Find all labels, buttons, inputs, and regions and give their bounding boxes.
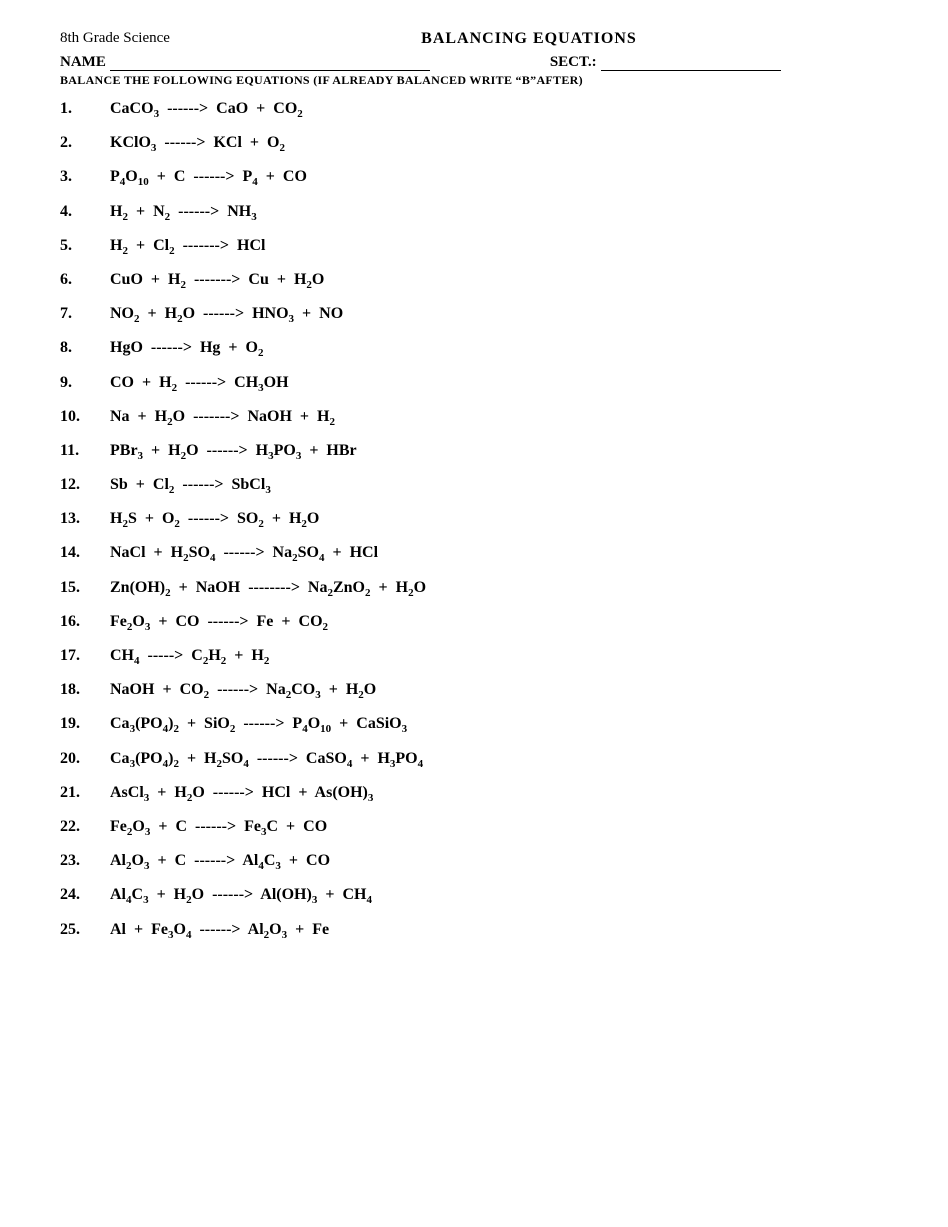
eq-formula: H2S + O2 ------> SO2 + H2O bbox=[110, 510, 888, 530]
equation-item-4: 4.H2 + N2 ------> NH3 bbox=[60, 203, 888, 223]
eq-formula: Ca3(PO4)2 + H2SO4 ------> CaSO4 + H3PO4 bbox=[110, 750, 888, 770]
eq-formula: AsCl3 + H2O ------> HCl + As(OH)3 bbox=[110, 784, 888, 804]
name-line bbox=[110, 70, 430, 71]
eq-number: 20. bbox=[60, 750, 110, 768]
eq-formula: NO2 + H2O ------> HNO3 + NO bbox=[110, 305, 888, 325]
eq-number: 11. bbox=[60, 442, 110, 460]
equation-item-23: 23.Al2O3 + C ------> Al4C3 + CO bbox=[60, 852, 888, 872]
equation-item-12: 12.Sb + Cl2 ------> SbCl3 bbox=[60, 476, 888, 496]
equation-item-21: 21.AsCl3 + H2O ------> HCl + As(OH)3 bbox=[60, 784, 888, 804]
eq-number: 14. bbox=[60, 544, 110, 562]
equation-item-15: 15.Zn(OH)2 + NaOH --------> Na2ZnO2 + H2… bbox=[60, 579, 888, 599]
equation-item-7: 7.NO2 + H2O ------> HNO3 + NO bbox=[60, 305, 888, 325]
eq-formula: H2 + Cl2 -------> HCl bbox=[110, 237, 888, 257]
eq-formula: CO + H2 ------> CH3OH bbox=[110, 374, 888, 394]
equation-item-8: 8.HgO ------> Hg + O2 bbox=[60, 339, 888, 359]
sect-label: SECT.: bbox=[550, 54, 597, 71]
eq-formula: Fe2O3 + C ------> Fe3C + CO bbox=[110, 818, 888, 838]
equation-item-11: 11.PBr3 + H2O ------> H3PO3 + HBr bbox=[60, 442, 888, 462]
eq-formula: Zn(OH)2 + NaOH --------> Na2ZnO2 + H2O bbox=[110, 579, 888, 599]
equation-item-3: 3.P4O10 + C ------> P4 + CO bbox=[60, 168, 888, 188]
eq-number: 18. bbox=[60, 681, 110, 699]
equation-item-24: 24.Al4C3 + H2O ------> Al(OH)3 + CH4 bbox=[60, 886, 888, 906]
eq-number: 13. bbox=[60, 510, 110, 528]
eq-formula: CaCO3 ------> CaO + CO2 bbox=[110, 100, 888, 120]
subject-label: 8th Grade Science bbox=[60, 30, 170, 47]
eq-number: 19. bbox=[60, 715, 110, 733]
eq-formula: Al2O3 + C ------> Al4C3 + CO bbox=[110, 852, 888, 872]
equation-item-19: 19.Ca3(PO4)2 + SiO2 ------> P4O10 + CaSi… bbox=[60, 715, 888, 735]
eq-formula: Ca3(PO4)2 + SiO2 ------> P4O10 + CaSiO3 bbox=[110, 715, 888, 735]
equation-item-6: 6.CuO + H2 -------> Cu + H2O bbox=[60, 271, 888, 291]
eq-number: 17. bbox=[60, 647, 110, 665]
eq-number: 6. bbox=[60, 271, 110, 289]
eq-formula: NaCl + H2SO4 ------> Na2SO4 + HCl bbox=[110, 544, 888, 564]
eq-formula: P4O10 + C ------> P4 + CO bbox=[110, 168, 888, 188]
equation-item-25: 25.Al + Fe3O4 ------> Al2O3 + Fe bbox=[60, 921, 888, 941]
eq-number: 3. bbox=[60, 168, 110, 186]
page-container: 8th Grade Science BALANCING EQUATIONS NA… bbox=[60, 30, 888, 941]
eq-number: 12. bbox=[60, 476, 110, 494]
eq-number: 23. bbox=[60, 852, 110, 870]
eq-formula: PBr3 + H2O ------> H3PO3 + HBr bbox=[110, 442, 888, 462]
sect-line bbox=[601, 70, 781, 71]
eq-number: 16. bbox=[60, 613, 110, 631]
eq-number: 10. bbox=[60, 408, 110, 426]
eq-formula: Na + H2O -------> NaOH + H2 bbox=[110, 408, 888, 428]
eq-number: 15. bbox=[60, 579, 110, 597]
eq-formula: KClO3 ------> KCl + O2 bbox=[110, 134, 888, 154]
eq-number: 24. bbox=[60, 886, 110, 904]
name-label: NAME bbox=[60, 54, 106, 71]
eq-number: 9. bbox=[60, 374, 110, 392]
eq-formula: Al + Fe3O4 ------> Al2O3 + Fe bbox=[110, 921, 888, 941]
eq-formula: CuO + H2 -------> Cu + H2O bbox=[110, 271, 888, 291]
eq-formula: Fe2O3 + CO ------> Fe + CO2 bbox=[110, 613, 888, 633]
eq-formula: Al4C3 + H2O ------> Al(OH)3 + CH4 bbox=[110, 886, 888, 906]
page-title: BALANCING EQUATIONS bbox=[170, 30, 888, 48]
equation-item-18: 18.NaOH + CO2 ------> Na2CO3 + H2O bbox=[60, 681, 888, 701]
equation-item-2: 2.KClO3 ------> KCl + O2 bbox=[60, 134, 888, 154]
eq-number: 4. bbox=[60, 203, 110, 221]
eq-formula: CH4 -----> C2H2 + H2 bbox=[110, 647, 888, 667]
instructions-text: BALANCE THE FOLLOWING EQUATIONS (IF ALRE… bbox=[60, 73, 888, 88]
equation-item-10: 10.Na + H2O -------> NaOH + H2 bbox=[60, 408, 888, 428]
equation-item-9: 9.CO + H2 ------> CH3OH bbox=[60, 374, 888, 394]
equation-item-20: 20.Ca3(PO4)2 + H2SO4 ------> CaSO4 + H3P… bbox=[60, 750, 888, 770]
equation-item-5: 5.H2 + Cl2 -------> HCl bbox=[60, 237, 888, 257]
eq-number: 22. bbox=[60, 818, 110, 836]
eq-formula: NaOH + CO2 ------> Na2CO3 + H2O bbox=[110, 681, 888, 701]
eq-number: 1. bbox=[60, 100, 110, 118]
eq-formula: HgO ------> Hg + O2 bbox=[110, 339, 888, 359]
eq-number: 2. bbox=[60, 134, 110, 152]
equation-item-17: 17.CH4 -----> C2H2 + H2 bbox=[60, 647, 888, 667]
eq-number: 25. bbox=[60, 921, 110, 939]
equation-item-22: 22.Fe2O3 + C ------> Fe3C + CO bbox=[60, 818, 888, 838]
equation-item-14: 14.NaCl + H2SO4 ------> Na2SO4 + HCl bbox=[60, 544, 888, 564]
eq-number: 8. bbox=[60, 339, 110, 357]
eq-number: 21. bbox=[60, 784, 110, 802]
equation-item-13: 13.H2S + O2 ------> SO2 + H2O bbox=[60, 510, 888, 530]
eq-number: 5. bbox=[60, 237, 110, 255]
eq-formula: H2 + N2 ------> NH3 bbox=[110, 203, 888, 223]
eq-number: 7. bbox=[60, 305, 110, 323]
equation-item-1: 1.CaCO3 ------> CaO + CO2 bbox=[60, 100, 888, 120]
eq-formula: Sb + Cl2 ------> SbCl3 bbox=[110, 476, 888, 496]
equation-item-16: 16.Fe2O3 + CO ------> Fe + CO2 bbox=[60, 613, 888, 633]
equations-list: 1.CaCO3 ------> CaO + CO22.KClO3 ------>… bbox=[60, 100, 888, 941]
